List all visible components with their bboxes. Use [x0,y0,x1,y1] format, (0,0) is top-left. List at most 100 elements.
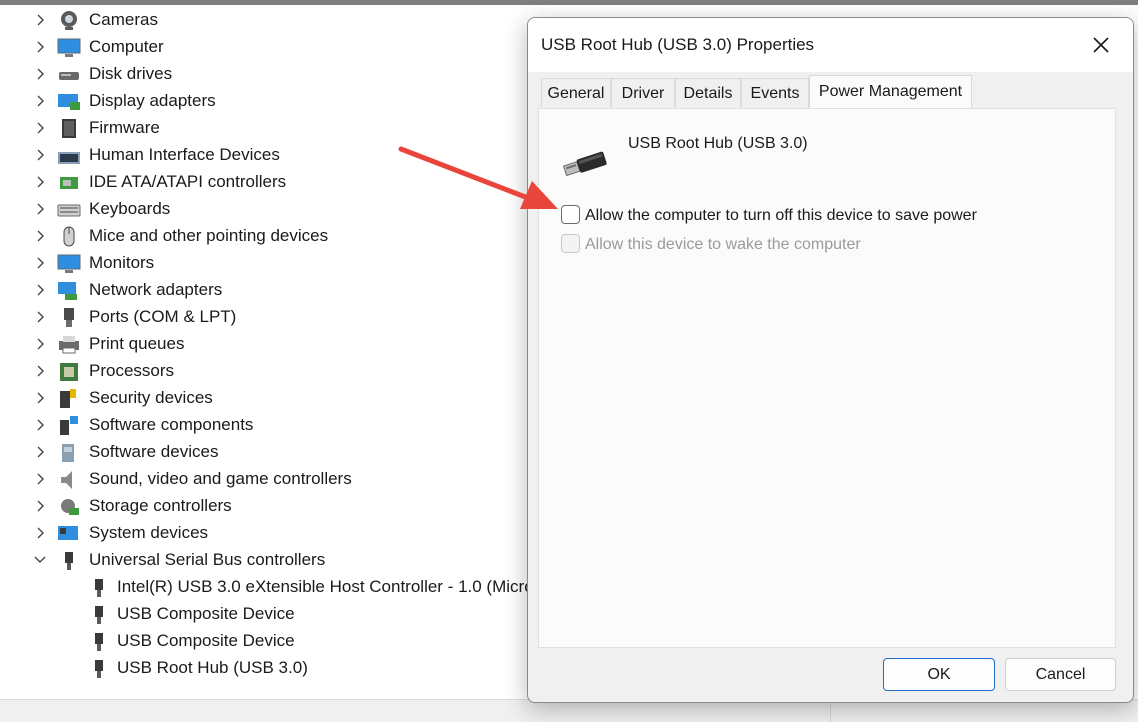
chevron-right-icon[interactable] [32,201,48,217]
chevron-down-icon[interactable] [32,552,48,568]
tree-child-label: Intel(R) USB 3.0 eXtensible Host Control… [117,577,530,596]
monitor-icon [57,254,81,273]
tree-item-ports-com-lpt[interactable]: Ports (COM & LPT) [0,304,530,331]
tab-details[interactable]: Details [675,78,741,107]
close-icon[interactable] [1088,32,1114,58]
speaker-icon [61,471,72,489]
usb-plug-icon [562,151,607,177]
chevron-right-icon[interactable] [32,498,48,514]
chevron-right-icon[interactable] [32,471,48,487]
tree-item-universal-serial-bus-controllers[interactable]: Universal Serial Bus controllers [0,547,530,574]
chevron-right-icon[interactable] [32,228,48,244]
tree-item-label: Software components [89,415,254,434]
tree-item-software-devices[interactable]: Software devices [0,439,530,466]
security-device-icon [60,389,76,408]
tree-item-label: Display adapters [89,91,216,110]
tree-item-ide-ata-atapi-controllers[interactable]: IDE ATA/ATAPI controllers [0,169,530,196]
tree-child-usb-root-hub-usb-3-0[interactable]: USB Root Hub (USB 3.0) [0,655,530,682]
chevron-right-icon[interactable] [32,120,48,136]
computer-icon [57,38,81,57]
tree-child-label: USB Composite Device [117,631,295,650]
chevron-right-icon[interactable] [32,336,48,352]
device-name: USB Root Hub (USB 3.0) [628,135,808,152]
tree-item-human-interface-devices[interactable]: Human Interface Devices [0,142,530,169]
keyboard-icon [57,204,81,217]
printer-icon [59,336,79,354]
tree-child-intel-r-usb-3-0-extensible-host-controller-1-0-microsoft[interactable]: Intel(R) USB 3.0 eXtensible Host Control… [0,574,530,601]
allow-turn-off-label[interactable]: Allow the computer to turn off this devi… [585,207,977,225]
chevron-right-icon[interactable] [32,390,48,406]
port-icon [64,308,74,327]
tree-item-disk-drives[interactable]: Disk drives [0,61,530,88]
chevron-right-icon[interactable] [32,147,48,163]
tree-item-mice-and-other-pointing-devices[interactable]: Mice and other pointing devices [0,223,530,250]
tree-child-label: USB Composite Device [117,604,295,623]
tree-child-usb-composite-device[interactable]: USB Composite Device [0,628,530,655]
chevron-right-icon[interactable] [32,282,48,298]
device-tree: Cameras Computer Disk drives Display adapte… [0,0,530,700]
chevron-right-icon[interactable] [32,444,48,460]
chevron-right-icon[interactable] [32,309,48,325]
tab-driver[interactable]: Driver [611,78,675,107]
storage-controller-icon [61,499,79,515]
ok-button[interactable]: OK [883,658,995,691]
tree-item-keyboards[interactable]: Keyboards [0,196,530,223]
software-component-icon [60,416,78,435]
dialog-titlebar[interactable]: USB Root Hub (USB 3.0) Properties [528,18,1133,72]
chevron-right-icon[interactable] [32,12,48,28]
tree-item-label: Disk drives [89,64,173,83]
tree-item-label: Mice and other pointing devices [89,226,329,245]
tree-item-label: Firmware [89,118,160,137]
tab-events[interactable]: Events [741,78,809,107]
tree-child-label: USB Root Hub (USB 3.0) [117,658,308,677]
tree-child-usb-composite-device[interactable]: USB Composite Device [0,601,530,628]
tree-item-label: Ports (COM & LPT) [89,307,237,326]
usb-icon [65,552,73,570]
tree-item-label: Processors [89,361,175,380]
tree-item-label: Universal Serial Bus controllers [89,550,326,569]
chevron-right-icon[interactable] [32,66,48,82]
tree-item-software-components[interactable]: Software components [0,412,530,439]
tree-item-display-adapters[interactable]: Display adapters [0,88,530,115]
processor-icon [60,363,78,381]
tree-item-label: Sound, video and game controllers [89,469,352,488]
usb-plug-icon [95,660,103,678]
tab-power-management[interactable]: Power Management [809,75,972,108]
power-management-panel: USB Root Hub (USB 3.0) Allow the compute… [538,108,1116,648]
tree-item-processors[interactable]: Processors [0,358,530,385]
mouse-icon [63,226,75,247]
tree-item-label: IDE ATA/ATAPI controllers [89,172,287,191]
ide-controller-icon [60,177,78,189]
tree-item-label: Storage controllers [89,496,232,515]
chevron-right-icon[interactable] [32,525,48,541]
chevron-right-icon[interactable] [32,255,48,271]
tree-item-label: Network adapters [89,280,223,299]
chevron-right-icon[interactable] [32,93,48,109]
display-adapter-icon [58,94,80,110]
tree-item-label: Computer [89,37,164,56]
chevron-right-icon[interactable] [32,174,48,190]
tree-item-label: Keyboards [89,199,171,218]
allow-turn-off-checkbox[interactable] [561,205,580,224]
tree-item-security-devices[interactable]: Security devices [0,385,530,412]
tree-item-computer[interactable]: Computer [0,34,530,61]
tree-item-label: Software devices [89,442,219,461]
usb-plug-icon [95,579,103,597]
chevron-right-icon[interactable] [32,39,48,55]
tree-item-sound-video-and-game-controllers[interactable]: Sound, video and game controllers [0,466,530,493]
tree-item-system-devices[interactable]: System devices [0,520,530,547]
cancel-button[interactable]: Cancel [1005,658,1116,691]
chevron-right-icon[interactable] [32,363,48,379]
tree-item-firmware[interactable]: Firmware [0,115,530,142]
tree-item-network-adapters[interactable]: Network adapters [0,277,530,304]
usb-plug-icon [95,633,103,651]
tree-item-label: Monitors [89,253,155,272]
tab-general[interactable]: General [541,78,611,107]
system-device-icon [58,526,78,540]
tree-item-print-queues[interactable]: Print queues [0,331,530,358]
tree-item-monitors[interactable]: Monitors [0,250,530,277]
tree-item-cameras[interactable]: Cameras [0,7,530,34]
tree-item-storage-controllers[interactable]: Storage controllers [0,493,530,520]
chevron-right-icon[interactable] [32,417,48,433]
tree-item-label: Cameras [89,10,158,29]
